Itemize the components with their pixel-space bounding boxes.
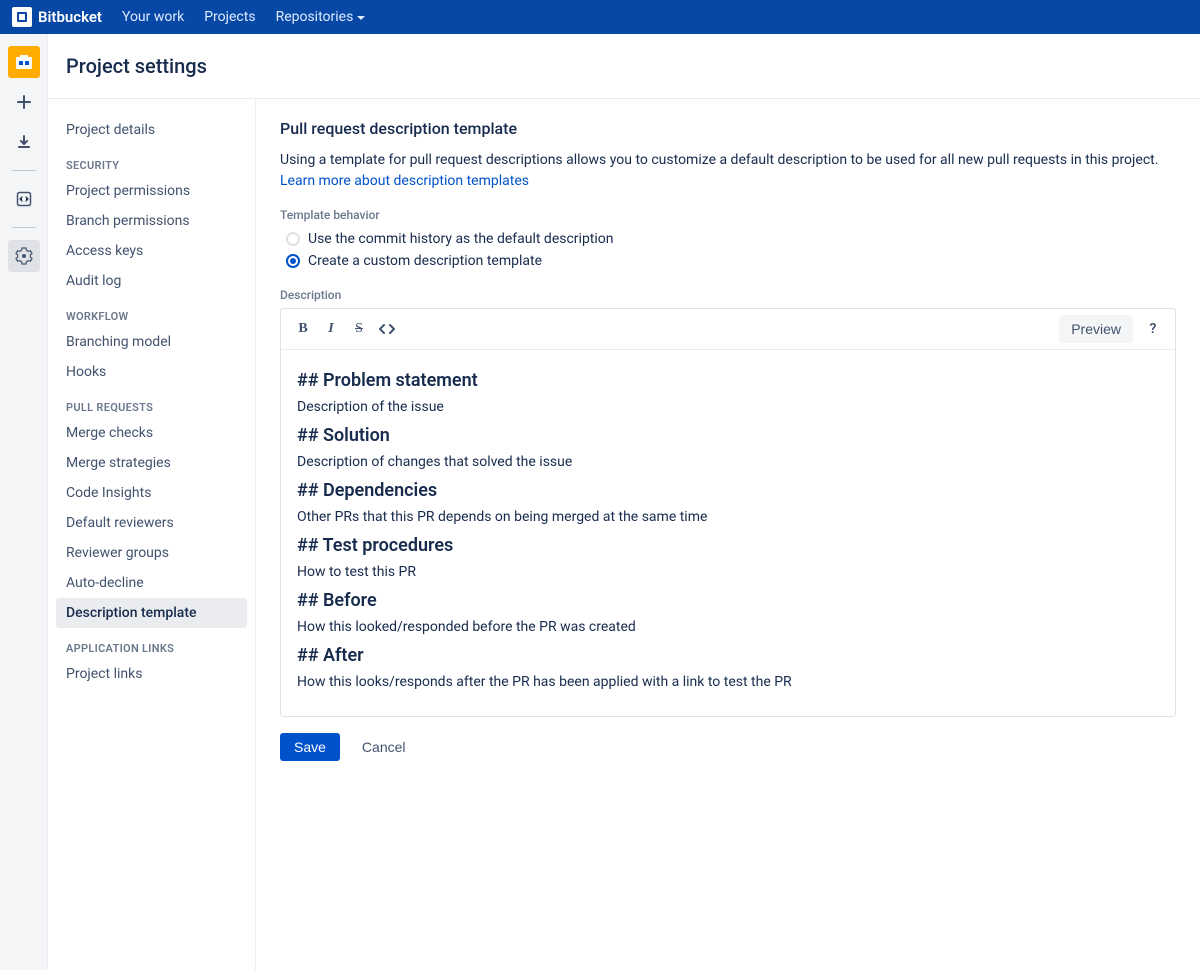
template-text: How to test this PR [297, 564, 1159, 580]
template-text: Other PRs that this PR depends on being … [297, 509, 1159, 525]
sidebar-header-workflow: WORKFLOW [56, 296, 247, 327]
rail-divider [12, 227, 36, 228]
bitbucket-icon [12, 7, 32, 27]
save-button[interactable]: Save [280, 733, 340, 761]
bold-button[interactable]: B [289, 315, 317, 343]
description-label: Description [280, 288, 1176, 302]
cancel-button[interactable]: Cancel [348, 733, 420, 761]
sidebar-auto-decline[interactable]: Auto-decline [56, 568, 247, 598]
sidebar-project-details[interactable]: Project details [56, 115, 247, 145]
learn-more-link[interactable]: Learn more about description templates [280, 173, 529, 189]
code-icon[interactable] [8, 183, 40, 215]
main-content: Pull request description template Using … [256, 99, 1200, 970]
sidebar-merge-checks[interactable]: Merge checks [56, 418, 247, 448]
radio-label: Use the commit history as the default de… [308, 231, 614, 247]
brand-name: Bitbucket [38, 8, 102, 26]
template-heading: ## Solution [297, 425, 1159, 446]
left-rail [0, 34, 48, 970]
sidebar-audit-log[interactable]: Audit log [56, 266, 247, 296]
sidebar-branch-permissions[interactable]: Branch permissions [56, 206, 247, 236]
help-button[interactable]: ? [1139, 315, 1167, 343]
sidebar-merge-strategies[interactable]: Merge strategies [56, 448, 247, 478]
sidebar-project-permissions[interactable]: Project permissions [56, 176, 247, 206]
template-heading: ## Test procedures [297, 535, 1159, 556]
intro-text: Using a template for pull request descri… [280, 150, 1176, 192]
radio-custom-template[interactable]: Create a custom description template [280, 250, 1176, 272]
editor-toolbar: B I S Preview ? [281, 309, 1175, 350]
radio-label: Create a custom description template [308, 253, 542, 269]
rail-divider [12, 170, 36, 171]
nav-repositories[interactable]: Repositories [276, 9, 366, 25]
settings-icon[interactable] [8, 240, 40, 272]
italic-button[interactable]: I [317, 315, 345, 343]
template-text: Description of changes that solved the i… [297, 454, 1159, 470]
download-icon[interactable] [8, 126, 40, 158]
preview-button[interactable]: Preview [1059, 315, 1133, 343]
template-text: How this looks/responds after the PR has… [297, 674, 1159, 690]
sidebar-description-template[interactable]: Description template [56, 598, 247, 628]
nav-your-work[interactable]: Your work [122, 9, 184, 25]
editor-textarea[interactable]: ## Problem statement Description of the … [281, 350, 1175, 716]
sidebar-hooks[interactable]: Hooks [56, 357, 247, 387]
description-editor: B I S Preview ? ## Problem statement Des… [280, 308, 1176, 717]
top-nav: Your work Projects Repositories [122, 9, 365, 25]
sidebar-reviewer-groups[interactable]: Reviewer groups [56, 538, 247, 568]
behavior-label: Template behavior [280, 208, 1176, 222]
nav-projects[interactable]: Projects [204, 9, 255, 25]
top-bar: Bitbucket Your work Projects Repositorie… [0, 0, 1200, 34]
sidebar-branching-model[interactable]: Branching model [56, 327, 247, 357]
sidebar-code-insights[interactable]: Code Insights [56, 478, 247, 508]
add-icon[interactable] [8, 86, 40, 118]
sidebar-project-links[interactable]: Project links [56, 659, 247, 689]
template-heading: ## After [297, 645, 1159, 666]
strikethrough-button[interactable]: S [345, 315, 373, 343]
sidebar-header-security: SECURITY [56, 145, 247, 176]
template-text: Description of the issue [297, 399, 1159, 415]
radio-icon [286, 232, 300, 246]
action-buttons: Save Cancel [280, 733, 1176, 761]
chevron-down-icon [357, 16, 365, 20]
sidebar-access-keys[interactable]: Access keys [56, 236, 247, 266]
code-button[interactable] [373, 315, 401, 343]
template-heading: ## Dependencies [297, 480, 1159, 501]
brand-logo[interactable]: Bitbucket [12, 7, 102, 27]
template-behavior-group: Use the commit history as the default de… [280, 228, 1176, 272]
sidebar-header-app-links: APPLICATION LINKS [56, 628, 247, 659]
template-heading: ## Before [297, 590, 1159, 611]
radio-commit-history[interactable]: Use the commit history as the default de… [280, 228, 1176, 250]
settings-sidebar: Project details SECURITY Project permiss… [48, 99, 256, 970]
page-header: Project settings [48, 34, 1200, 98]
sidebar-header-pr: PULL REQUESTS [56, 387, 247, 418]
sidebar-default-reviewers[interactable]: Default reviewers [56, 508, 247, 538]
template-heading: ## Problem statement [297, 370, 1159, 391]
section-title: Pull request description template [280, 119, 1176, 138]
radio-icon [286, 254, 300, 268]
page-title: Project settings [66, 54, 1182, 78]
template-text: How this looked/responded before the PR … [297, 619, 1159, 635]
project-avatar-icon[interactable] [8, 46, 40, 78]
